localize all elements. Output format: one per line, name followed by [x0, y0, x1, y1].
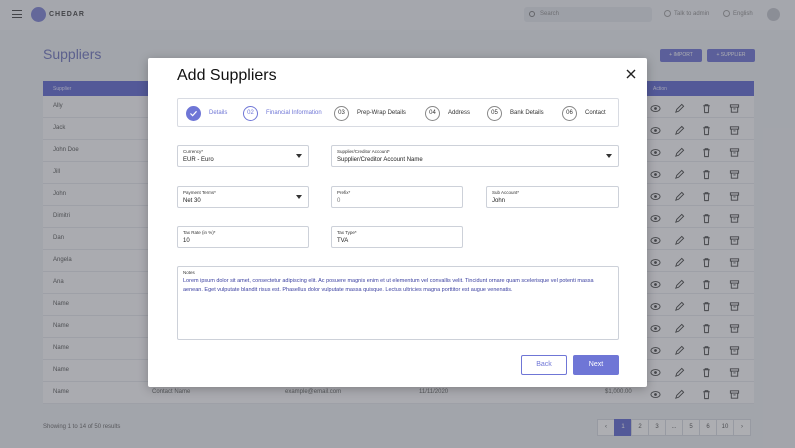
currency-value: EUR - Euro	[183, 157, 214, 163]
check-icon	[186, 105, 201, 121]
step-label: Bank Details	[510, 110, 544, 116]
tax-rate-input[interactable]: Tax Rate (in %)* 10	[177, 226, 309, 248]
supplier-account-select[interactable]: Supplier/Creditor Account* Supplier/Cred…	[331, 145, 619, 167]
next-button[interactable]: Next	[573, 355, 619, 375]
notes-value: Lorem ipsum dolor sit amet, consectetur …	[183, 278, 594, 293]
step-number: 03	[334, 105, 349, 121]
back-button[interactable]: Back	[521, 355, 567, 375]
sub-account-label: Sub Account*	[492, 190, 520, 195]
tax-rate-label: Tax Rate (in %)*	[183, 230, 216, 235]
prefix-input[interactable]: Prefix* 0	[331, 186, 463, 208]
supplier-account-label: Supplier/Creditor Account*	[337, 149, 390, 154]
step-3[interactable]: 03 Prep-Wrap Details	[334, 105, 406, 121]
step-label: Financial Information	[266, 110, 322, 116]
currency-label: Currency*	[183, 149, 204, 154]
step-label: Contact	[585, 110, 606, 116]
step-number: 06	[562, 105, 577, 121]
notes-label: Notes	[183, 270, 195, 275]
payment-terms-value: Net 30	[183, 198, 201, 204]
prefix-value: 0	[337, 198, 341, 204]
step-2[interactable]: 02 Financial Information	[243, 105, 322, 121]
tax-rate-value: 10	[183, 238, 190, 244]
step-6[interactable]: 06 Contact	[562, 105, 606, 121]
notes-textarea[interactable]: Notes Lorem ipsum dolor sit amet, consec…	[177, 266, 619, 340]
wizard-stepper: Details 02 Financial Information 03 Prep-Wra…	[177, 98, 619, 127]
currency-select[interactable]: Currency* EUR - Euro	[177, 145, 309, 167]
tax-type-label: Tax Type*	[337, 230, 357, 235]
modal-title: Add Suppliers	[177, 67, 277, 84]
step-4[interactable]: 04 Address	[425, 105, 470, 121]
tax-type-value: TVA	[337, 238, 349, 244]
add-suppliers-modal: Add Suppliers Details 02 Financial Informa…	[148, 58, 647, 387]
step-1[interactable]: Details	[186, 105, 227, 121]
step-number: 02	[243, 105, 258, 121]
chevron-down-icon	[296, 154, 302, 158]
close-icon[interactable]	[626, 69, 636, 79]
step-5[interactable]: 05 Bank Details	[487, 105, 544, 121]
chevron-down-icon	[296, 195, 302, 199]
supplier-account-value: Supplier/Creditor Account Name	[337, 157, 423, 163]
payment-terms-label: Payment Terms*	[183, 190, 216, 195]
sub-account-value: John	[492, 198, 506, 204]
sub-account-input[interactable]: Sub Account* John	[486, 186, 619, 208]
step-label: Details	[209, 110, 228, 116]
prefix-label: Prefix*	[337, 190, 351, 195]
chevron-down-icon	[606, 154, 612, 158]
tax-type-input[interactable]: Tax Type* TVA	[331, 226, 463, 248]
payment-terms-select[interactable]: Payment Terms* Net 30	[177, 186, 309, 208]
step-number: 05	[487, 105, 502, 121]
step-label: Prep-Wrap Details	[357, 110, 406, 116]
step-number: 04	[425, 105, 440, 121]
step-label: Address	[448, 110, 471, 116]
